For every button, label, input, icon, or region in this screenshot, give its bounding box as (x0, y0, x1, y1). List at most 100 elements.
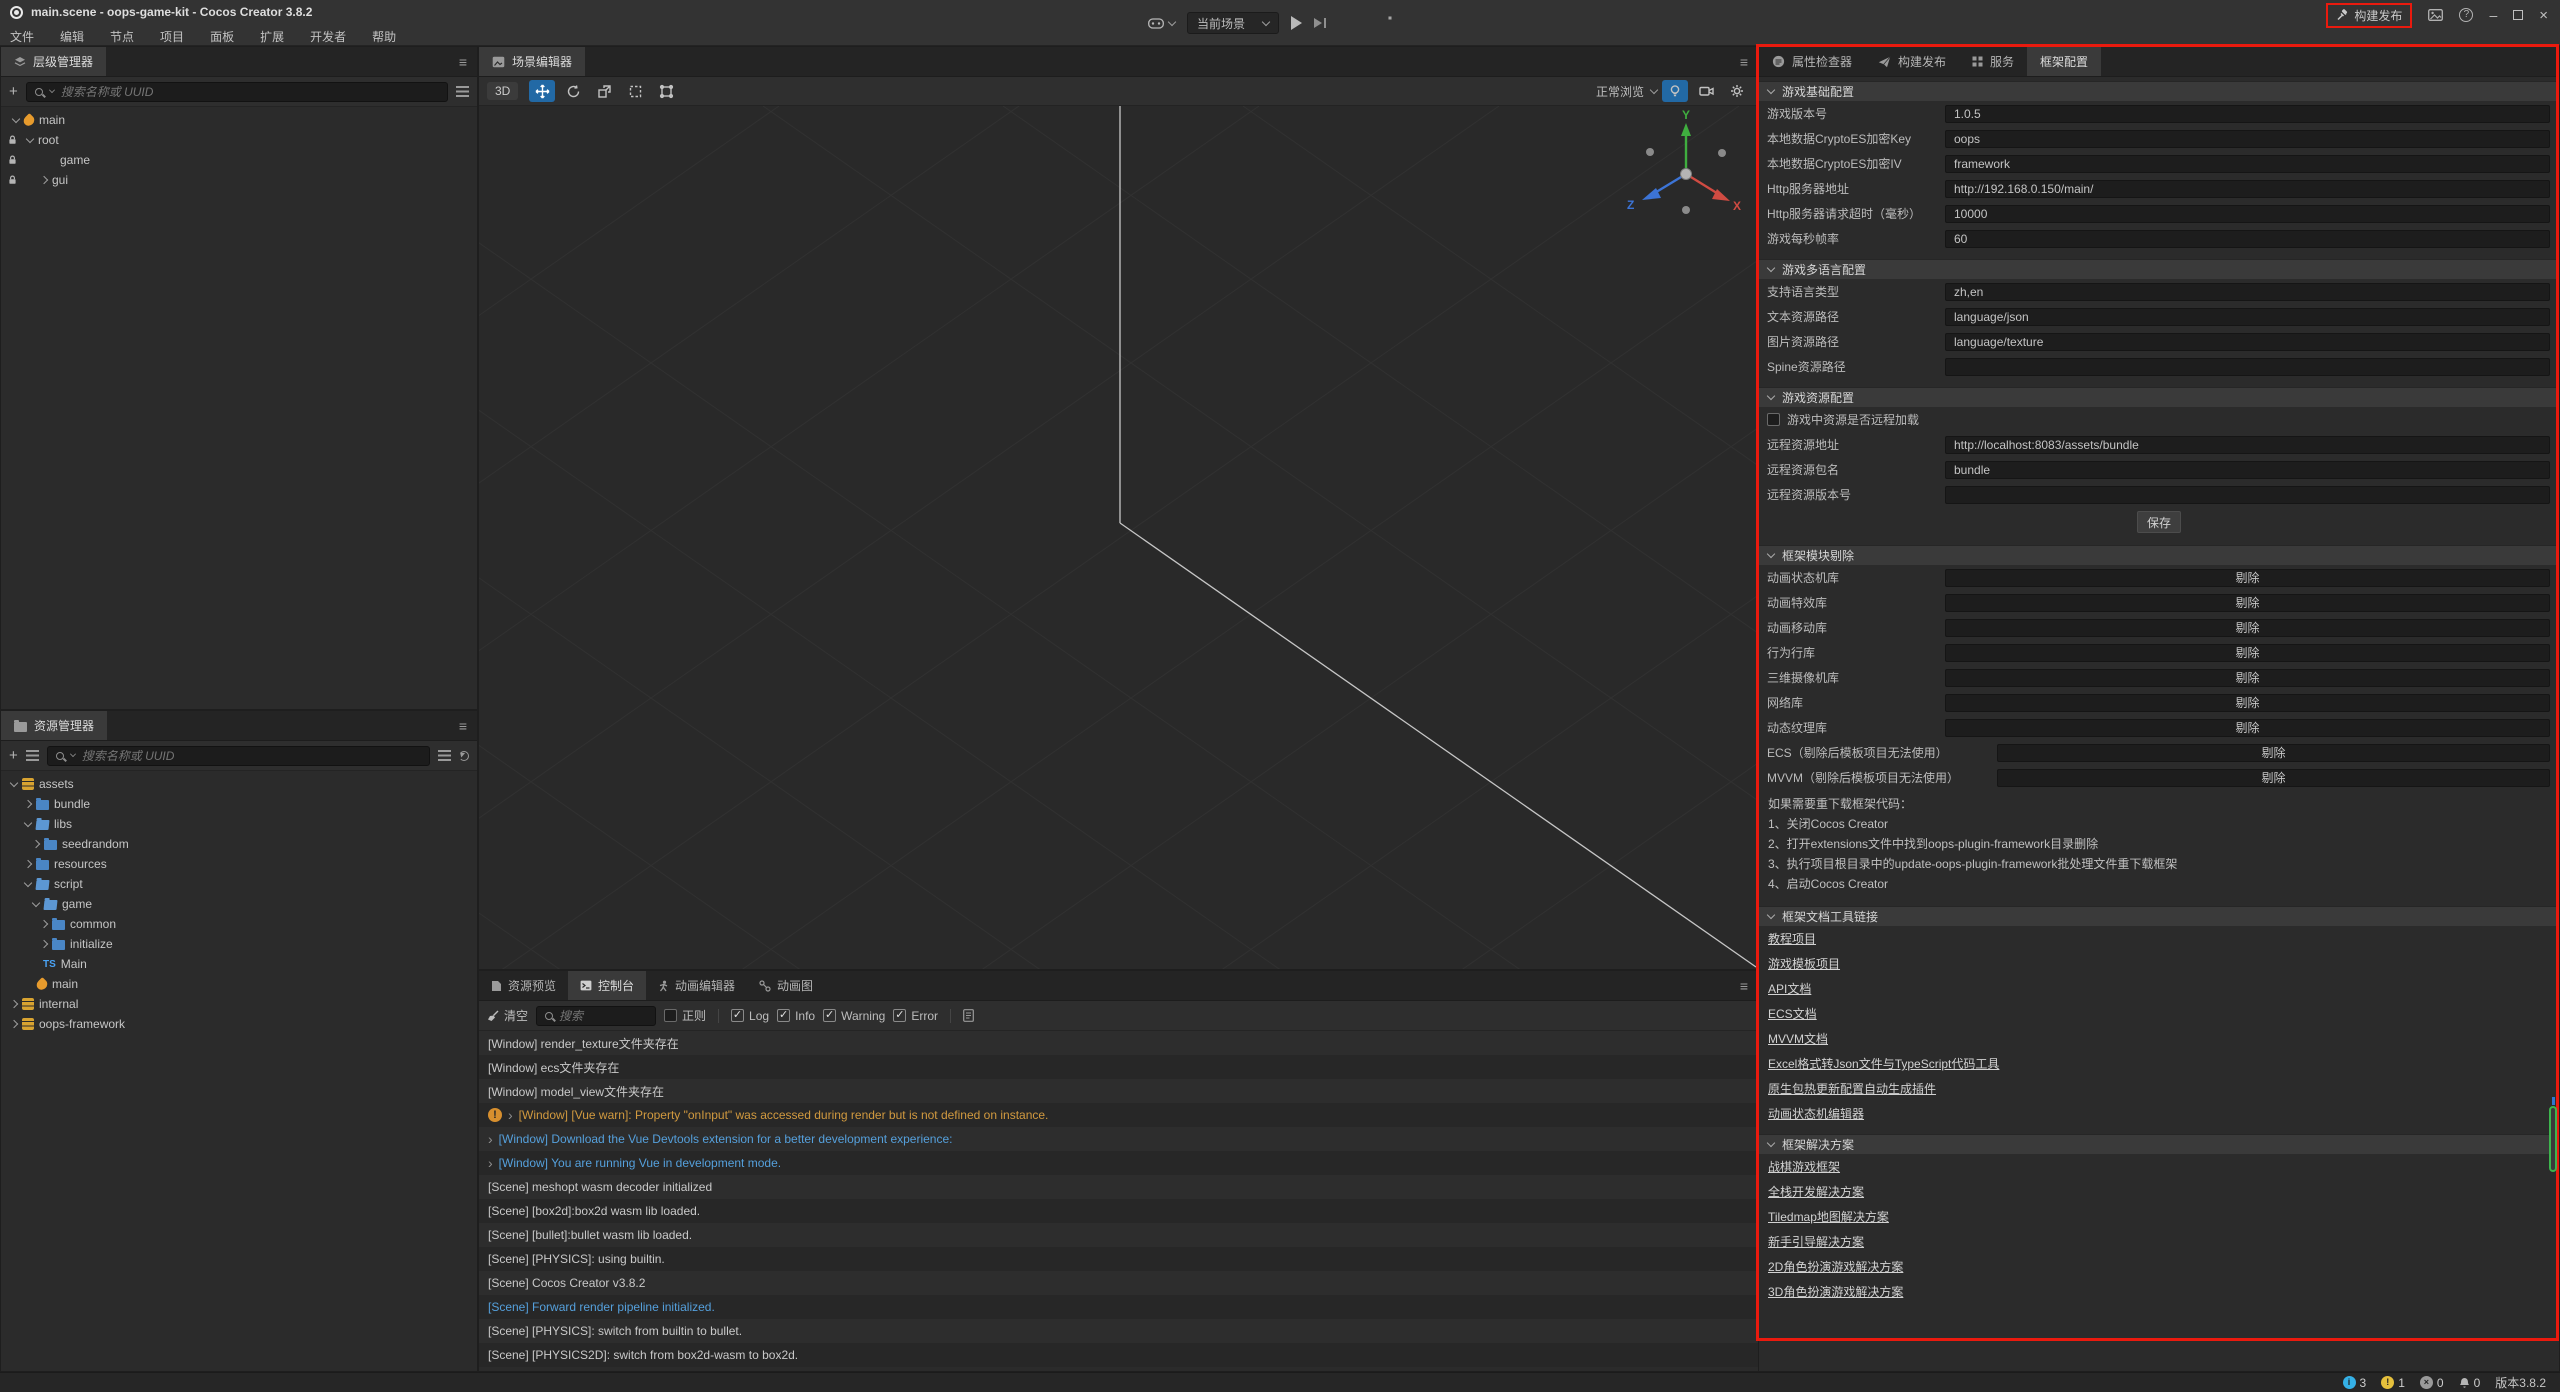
filter-icon[interactable] (438, 750, 451, 761)
panel-menu-icon[interactable] (449, 718, 477, 734)
link-tutorial-project[interactable]: 教程项目 (1768, 930, 1816, 947)
step-frame-button[interactable] (1314, 18, 1326, 28)
tree-item-game[interactable]: game (1, 150, 477, 170)
log-row[interactable]: [Scene] [PHYSICS2D]: switch from box2d-w… (479, 1343, 1758, 1367)
lang-json-path-input[interactable]: language/json (1945, 308, 2550, 326)
preview-target-dropdown[interactable] (1148, 18, 1175, 29)
error-count-badge[interactable]: 0 (2420, 1376, 2444, 1390)
log-row[interactable]: [Scene] [PHYSICS]: using builtin. (479, 1247, 1758, 1271)
languages-input[interactable]: zh,en (1945, 283, 2550, 301)
section-i18n-config[interactable]: 游戏多语言配置 (1759, 259, 2559, 279)
panel-menu-icon[interactable] (1730, 54, 1758, 70)
lock-icon[interactable] (8, 154, 17, 168)
projection-3d-button[interactable]: 3D (487, 82, 518, 100)
search-options-icon[interactable] (70, 751, 76, 757)
lang-texture-path-input[interactable]: language/texture (1945, 333, 2550, 351)
remove-module-button[interactable]: 剔除 (2235, 719, 2259, 736)
log-row[interactable]: [Scene] Cocos Creator v3.8.2 (479, 1271, 1758, 1295)
collapse-icon[interactable] (10, 1020, 18, 1028)
tree-item-game-folder[interactable]: game (1, 894, 477, 914)
log-row[interactable]: [Scene] meshopt wasm decoder initialized (479, 1175, 1758, 1199)
menu-panel[interactable]: 面板 (210, 28, 234, 45)
log-row-info[interactable]: [Window] Download the Vue Devtools exten… (479, 1127, 1758, 1151)
http-server-input[interactable]: http://192.168.0.150/main/ (1945, 180, 2550, 198)
link-api-docs[interactable]: API文档 (1768, 980, 1811, 997)
tree-item-seedrandom[interactable]: seedrandom (1, 834, 477, 854)
menu-node[interactable]: 节点 (110, 28, 134, 45)
search-options-icon[interactable] (49, 87, 55, 93)
tree-item-libs[interactable]: libs (1, 814, 477, 834)
scene-settings-gear-icon[interactable] (1724, 80, 1750, 102)
section-doc-links[interactable]: 框架文档工具链接 (1759, 906, 2559, 926)
log-row[interactable]: [Scene] [bullet]:bullet wasm lib loaded. (479, 1223, 1758, 1247)
scale-tool-button[interactable] (591, 80, 617, 102)
log-row[interactable]: [Scene] [box2d]:box2d wasm lib loaded. (479, 1199, 1758, 1223)
lock-icon[interactable] (8, 174, 17, 188)
link-hotupdate-plugin[interactable]: 原生包热更新配置自动生成插件 (1768, 1080, 1936, 1097)
maximize-button[interactable] (2513, 10, 2523, 20)
tree-item-root[interactable]: root (1, 130, 477, 150)
link-fullstack-solution[interactable]: 全栈开发解决方案 (1768, 1183, 1864, 1200)
add-node-button[interactable] (9, 83, 18, 100)
tree-item-assets[interactable]: assets (1, 774, 477, 794)
tree-item-initialize[interactable]: initialize (1, 934, 477, 954)
inspector-scrollbar-thumb[interactable] (2549, 1106, 2557, 1172)
menu-extension[interactable]: 扩展 (260, 28, 284, 45)
filter-icon[interactable] (456, 86, 469, 97)
remote-load-checkbox[interactable] (1767, 413, 1780, 426)
tab-property-inspector[interactable]: 属性检查器 (1759, 47, 1865, 76)
remote-bundle-input[interactable]: bundle (1945, 461, 2550, 479)
link-3d-rpg-solution[interactable]: 3D角色扮演游戏解决方案 (1768, 1283, 1903, 1300)
tab-assets[interactable]: 资源管理器 (1, 711, 107, 740)
tab-service[interactable]: 服务 (1959, 47, 2027, 76)
save-button[interactable]: 保存 (2137, 511, 2181, 533)
hierarchy-search-input[interactable] (61, 85, 439, 99)
clear-console-button[interactable]: 清空 (487, 1007, 528, 1024)
remote-version-input[interactable] (1945, 486, 2550, 504)
rotate-tool-button[interactable] (560, 80, 586, 102)
tab-asset-preview[interactable]: 资源预览 (479, 971, 568, 1000)
collapse-icon[interactable] (10, 1000, 18, 1008)
expand-icon[interactable] (26, 134, 34, 142)
collapse-icon[interactable] (40, 176, 48, 184)
tree-item-main-scene[interactable]: main (1, 974, 477, 994)
filter-warning-checkbox[interactable]: Warning (823, 1009, 885, 1023)
notification-badge[interactable]: 0 (2459, 1376, 2481, 1390)
remote-url-input[interactable]: http://localhost:8083/assets/bundle (1945, 436, 2550, 454)
expand-icon[interactable] (24, 818, 32, 826)
tree-item-gui[interactable]: gui (1, 170, 477, 190)
http-timeout-input[interactable]: 10000 (1945, 205, 2550, 223)
menu-edit[interactable]: 编辑 (60, 28, 84, 45)
section-solutions[interactable]: 框架解决方案 (1759, 1134, 2559, 1154)
spine-path-input[interactable] (1945, 358, 2550, 376)
section-resource-config[interactable]: 游戏资源配置 (1759, 387, 2559, 407)
expand-icon[interactable] (32, 898, 40, 906)
remove-module-button[interactable]: 剔除 (2235, 644, 2259, 661)
layout-grid-button[interactable] (1388, 16, 1391, 19)
anchor-tool-button[interactable] (653, 80, 679, 102)
minimize-button[interactable] (2489, 7, 2497, 23)
remove-module-button[interactable]: 剔除 (2261, 744, 2285, 761)
tree-item-common[interactable]: common (1, 914, 477, 934)
filter-log-checkbox[interactable]: Log (731, 1009, 769, 1023)
remove-module-button[interactable]: 剔除 (2235, 669, 2259, 686)
expand-icon[interactable] (24, 878, 32, 886)
tab-build-publish[interactable]: 构建发布 (1865, 47, 1959, 76)
tree-item-main[interactable]: main (1, 110, 477, 130)
info-count-badge[interactable]: 3 (2343, 1376, 2367, 1390)
link-mvvm-docs[interactable]: MVVM文档 (1768, 1030, 1828, 1047)
panel-menu-icon[interactable] (449, 54, 477, 70)
current-scene-select[interactable]: 当前场景 (1187, 12, 1279, 34)
tree-item-resources[interactable]: resources (1, 854, 477, 874)
tab-scene[interactable]: 场景编辑器 (479, 47, 585, 76)
log-row-info[interactable]: [Scene] Forward render pipeline initiali… (479, 1295, 1758, 1319)
log-row[interactable]: [Window] ecs文件夹存在 (479, 1055, 1758, 1079)
section-game-basic-config[interactable]: 游戏基础配置 (1759, 81, 2559, 101)
link-wargame-framework[interactable]: 战棋游戏框架 (1768, 1158, 1840, 1175)
help-icon[interactable] (2459, 8, 2473, 22)
expand-icon[interactable] (488, 1131, 493, 1147)
log-file-icon[interactable] (963, 1009, 974, 1022)
refresh-icon[interactable] (459, 751, 469, 761)
log-row[interactable]: [Window] model_view文件夹存在 (479, 1079, 1758, 1103)
remove-module-button[interactable]: 剔除 (2235, 594, 2259, 611)
